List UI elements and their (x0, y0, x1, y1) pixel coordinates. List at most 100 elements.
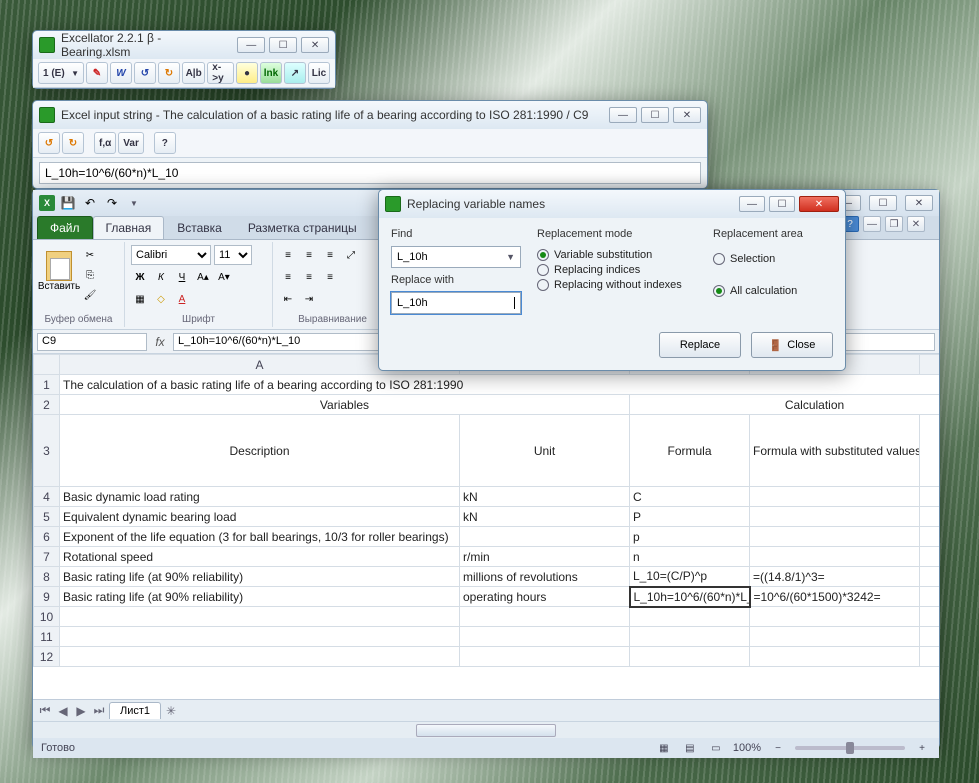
maximize-button[interactable]: ☐ (269, 37, 297, 53)
minimize-button[interactable]: — (739, 196, 765, 212)
cell[interactable]: Result (920, 415, 940, 487)
redo-icon[interactable]: ↻ (158, 62, 180, 84)
cell[interactable] (920, 607, 940, 627)
col-header[interactable] (34, 355, 60, 375)
tool-export-icon[interactable]: ↗ (284, 62, 306, 84)
cell[interactable]: Basic rating life (at 90% reliability) (60, 567, 460, 587)
cell[interactable]: L_10=(C/P)^p (630, 567, 750, 587)
cell[interactable] (750, 647, 920, 667)
row-header[interactable]: 3 (34, 415, 60, 487)
row-header[interactable]: 10 (34, 607, 60, 627)
doc-close-button[interactable]: ✕ (907, 216, 925, 232)
row-header[interactable]: 9 (34, 587, 60, 607)
col-header[interactable]: E (920, 355, 940, 375)
spreadsheet-grid[interactable]: ABCDE1The calculation of a basic rating … (33, 354, 939, 699)
titlebar[interactable]: Replacing variable names — ☐ ✕ (379, 190, 845, 218)
fx-icon[interactable]: fx (151, 335, 169, 349)
cell[interactable]: Formula (630, 415, 750, 487)
mode-option[interactable]: Variable substitution (537, 249, 697, 261)
tool-var-button[interactable]: Var (118, 132, 144, 154)
cell[interactable]: 3241.79 (920, 567, 940, 587)
redo-icon[interactable]: ↷ (103, 194, 121, 212)
row-header[interactable]: 4 (34, 487, 60, 507)
cell[interactable]: n (630, 547, 750, 567)
area-option[interactable]: Selection (713, 253, 833, 265)
view-normal-icon[interactable]: ▦ (655, 739, 673, 757)
bold-button[interactable]: Ж (131, 268, 149, 286)
cell[interactable]: Basic dynamic load rating (60, 487, 460, 507)
align-center-icon[interactable]: ≡ (300, 268, 318, 286)
nav-last-icon[interactable]: ⏭ (91, 703, 107, 719)
cell[interactable]: 1500 (920, 547, 940, 567)
tool-lic-button[interactable]: Lic (308, 62, 330, 84)
cell[interactable]: 1 (920, 507, 940, 527)
help-icon[interactable]: ? (154, 132, 176, 154)
minimize-button[interactable]: — (609, 107, 637, 123)
doc-restore-button[interactable]: ❐ (885, 216, 903, 232)
orientation-icon[interactable]: ⤢ (342, 246, 360, 264)
tool-link-button[interactable]: lnk (260, 62, 282, 84)
sheet-combo[interactable]: 1 (E)▼ (38, 62, 84, 84)
qat-dropdown-icon[interactable]: ▼ (125, 194, 143, 212)
undo-icon[interactable]: ↺ (134, 62, 156, 84)
view-layout-icon[interactable]: ▤ (681, 739, 699, 757)
cell[interactable]: Exponent of the life equation (3 for bal… (60, 527, 460, 547)
cell[interactable]: Basic rating life (at 90% reliability) (60, 587, 460, 607)
increase-indent-icon[interactable]: ⇥ (300, 290, 318, 308)
undo-icon[interactable]: ↶ (81, 194, 99, 212)
cell[interactable]: Variables (60, 395, 630, 415)
fill-color-icon[interactable]: ◇ (152, 290, 170, 308)
nav-first-icon[interactable]: ⏮ (37, 703, 53, 719)
cell[interactable] (750, 487, 920, 507)
cell[interactable]: 36019.9 (920, 587, 940, 607)
align-left-icon[interactable]: ≡ (279, 268, 297, 286)
cell[interactable]: Calculation (630, 395, 940, 415)
close-button[interactable]: ✕ (301, 37, 329, 53)
name-box[interactable]: C9 (37, 333, 147, 351)
tool-fa-button[interactable]: f,α (94, 132, 116, 154)
cell[interactable]: kN (460, 507, 630, 527)
replace-button[interactable]: Replace (659, 332, 741, 358)
cell[interactable] (750, 527, 920, 547)
row-header[interactable]: 11 (34, 627, 60, 647)
cell[interactable]: Equivalent dynamic bearing load (60, 507, 460, 527)
replace-with-input[interactable]: L_10h (391, 292, 521, 314)
close-button[interactable]: ✕ (673, 107, 701, 123)
mode-option[interactable]: Replacing indices (537, 264, 697, 276)
format-painter-icon[interactable]: 🖌 (81, 286, 99, 304)
cell[interactable] (920, 647, 940, 667)
cell[interactable] (460, 527, 630, 547)
paste-button[interactable]: Вставить (39, 244, 79, 298)
increase-font-icon[interactable]: A▴ (194, 268, 212, 286)
row-header[interactable]: 8 (34, 567, 60, 587)
row-header[interactable]: 7 (34, 547, 60, 567)
tab-home[interactable]: Главная (93, 216, 165, 239)
cell[interactable] (460, 627, 630, 647)
align-middle-icon[interactable]: ≡ (300, 246, 318, 264)
align-top-icon[interactable]: ≡ (279, 246, 297, 264)
cell[interactable]: C (630, 487, 750, 507)
cell[interactable]: 14.8 (920, 487, 940, 507)
cell[interactable] (750, 547, 920, 567)
new-sheet-icon[interactable]: ✳ (163, 703, 179, 719)
doc-minimize-button[interactable]: — (863, 216, 881, 232)
copy-icon[interactable]: ⎘ (81, 266, 99, 284)
italic-button[interactable]: К (152, 268, 170, 286)
tool-ab-button[interactable]: A|b (182, 62, 205, 84)
cell[interactable]: Rotational speed (60, 547, 460, 567)
cell[interactable] (630, 647, 750, 667)
cell[interactable] (460, 647, 630, 667)
maximize-button[interactable]: ☐ (641, 107, 669, 123)
row-header[interactable]: 5 (34, 507, 60, 527)
decrease-font-icon[interactable]: A▾ (215, 268, 233, 286)
tab-insert[interactable]: Вставка (164, 216, 235, 239)
cell[interactable] (630, 607, 750, 627)
cell[interactable]: Unit (460, 415, 630, 487)
font-name-select[interactable]: Calibri (131, 245, 211, 265)
close-dialog-button[interactable]: 🚪 Close (751, 332, 833, 358)
cell[interactable] (750, 627, 920, 647)
align-right-icon[interactable]: ≡ (321, 268, 339, 286)
cell[interactable]: =((14.8/1)^3= (750, 567, 920, 587)
cell[interactable]: kN (460, 487, 630, 507)
tool-w-button[interactable]: W (110, 62, 132, 84)
